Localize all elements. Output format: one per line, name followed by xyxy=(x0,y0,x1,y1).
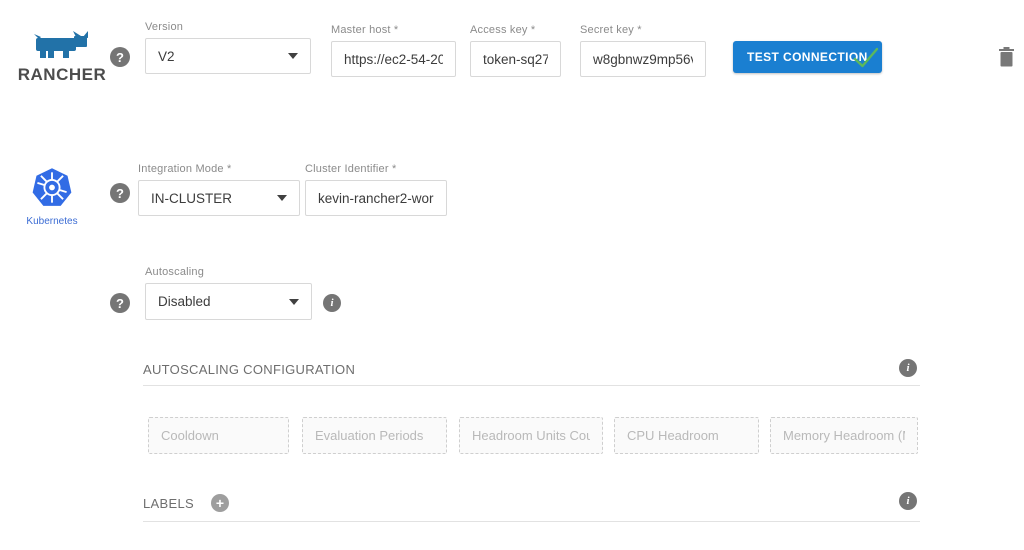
chevron-down-icon xyxy=(289,299,299,305)
memory-headroom-input xyxy=(770,417,918,454)
cluster-identifier-field: Cluster Identifier * xyxy=(305,163,447,216)
integration-mode-field: Integration Mode * IN-CLUSTER xyxy=(138,163,300,216)
kubernetes-logo: Kubernetes xyxy=(24,167,80,227)
access-key-field: Access key * xyxy=(470,24,561,77)
rancher-bull-icon xyxy=(33,46,91,63)
autoscaling-label: Autoscaling xyxy=(145,266,312,278)
autoscaling-info-icon[interactable]: i xyxy=(323,294,341,312)
rancher-logo-text: RANCHER xyxy=(16,65,108,85)
secret-key-label: Secret key * xyxy=(580,24,706,36)
add-label-button[interactable]: + xyxy=(211,494,229,512)
autoscaling-configuration-info-icon[interactable]: i xyxy=(899,359,917,377)
version-field: Version V2 xyxy=(145,21,311,74)
evaluation-periods-input xyxy=(302,417,447,454)
cluster-identifier-input[interactable] xyxy=(318,191,434,206)
autoscaling-field: Autoscaling Disabled xyxy=(145,266,312,320)
secret-key-input[interactable] xyxy=(593,52,693,67)
access-key-label: Access key * xyxy=(470,24,561,36)
integration-settings-page: RANCHER ? Version V2 Master host * Acces… xyxy=(0,0,1024,550)
kubernetes-help-icon[interactable]: ? xyxy=(110,183,130,203)
integration-mode-label: Integration Mode * xyxy=(138,163,300,175)
labels-section-title: LABELS xyxy=(143,496,194,511)
chevron-down-icon xyxy=(277,195,287,201)
autoscaling-help-icon[interactable]: ? xyxy=(110,293,130,313)
master-host-field: Master host * xyxy=(331,24,456,77)
version-select[interactable]: V2 xyxy=(145,38,311,74)
labels-divider xyxy=(143,521,920,522)
master-host-input[interactable] xyxy=(344,52,443,67)
delete-integration-trash-icon[interactable] xyxy=(998,46,1015,73)
autoscaling-configuration-title: AUTOSCALING CONFIGURATION xyxy=(143,362,355,377)
version-label: Version xyxy=(145,21,311,33)
connection-success-check-icon xyxy=(853,46,879,75)
kubernetes-logo-caption: Kubernetes xyxy=(24,216,80,227)
headroom-units-count-input xyxy=(459,417,603,454)
integration-mode-select[interactable]: IN-CLUSTER xyxy=(138,180,300,216)
autoscaling-value: Disabled xyxy=(158,294,211,309)
autoscaling-configuration-divider xyxy=(143,385,920,386)
version-value: V2 xyxy=(158,49,175,64)
rancher-help-icon[interactable]: ? xyxy=(110,47,130,67)
master-host-label: Master host * xyxy=(331,24,456,36)
chevron-down-icon xyxy=(288,53,298,59)
access-key-input[interactable] xyxy=(483,52,548,67)
secret-key-field: Secret key * xyxy=(580,24,706,77)
cluster-identifier-label: Cluster Identifier * xyxy=(305,163,447,175)
integration-mode-value: IN-CLUSTER xyxy=(151,191,232,206)
kubernetes-helm-icon xyxy=(31,195,73,212)
cooldown-input xyxy=(148,417,289,454)
labels-info-icon[interactable]: i xyxy=(899,492,917,510)
cpu-headroom-input xyxy=(614,417,759,454)
rancher-logo: RANCHER xyxy=(16,30,108,85)
autoscaling-select[interactable]: Disabled xyxy=(145,283,312,320)
